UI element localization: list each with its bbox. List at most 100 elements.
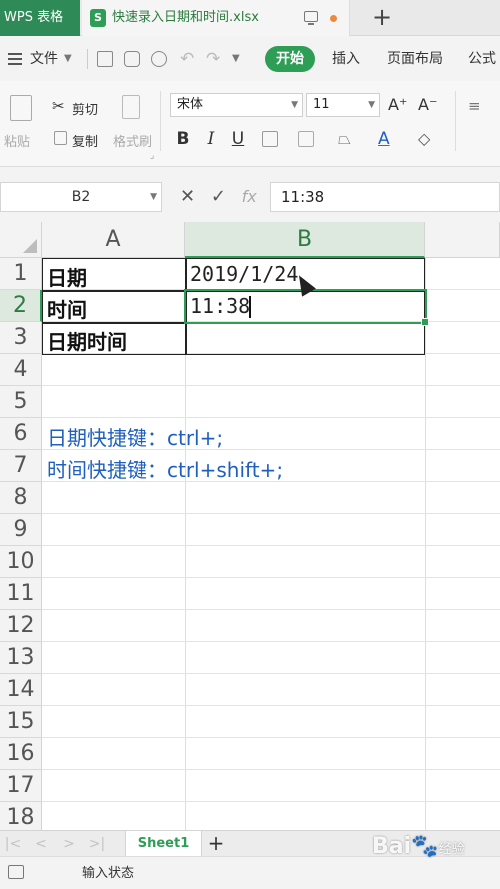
row-header-13[interactable]: 13 [0, 642, 42, 674]
tab-insert[interactable]: 插入 [332, 37, 360, 81]
row-header-10[interactable]: 10 [0, 546, 42, 578]
spreadsheet-window: WPS 表格 S 快速录入日期和时间.xlsx + 文件 ▼ ↶ ↷ ▼ 开始 … [0, 0, 500, 889]
format-painter-icon[interactable] [122, 95, 140, 119]
row-header-9[interactable]: 9 [0, 514, 42, 546]
row-gridline [42, 769, 500, 770]
scissors-icon[interactable]: ✂ [52, 97, 65, 115]
cell-a3[interactable]: 日期时间 [42, 326, 127, 355]
column-header-a[interactable]: A [42, 222, 185, 258]
increase-font-button[interactable]: A⁺ [388, 93, 407, 117]
save-icon[interactable] [97, 51, 113, 67]
new-tab-button[interactable]: + [370, 0, 394, 36]
font-dialog-launcher-icon[interactable]: ⌟ [150, 151, 154, 161]
column-header-b[interactable]: B [185, 222, 425, 258]
cell-a2[interactable]: 时间 [42, 294, 87, 323]
borders-icon[interactable] [262, 131, 278, 147]
prev-sheet-icon[interactable]: < [32, 834, 50, 854]
row-header-3[interactable]: 3 [0, 322, 42, 354]
print-icon[interactable] [124, 51, 140, 67]
row-gridline [42, 737, 500, 738]
row-header-1[interactable]: 1 [0, 258, 42, 290]
chevron-down-icon[interactable]: ▼ [232, 37, 240, 81]
next-sheet-icon[interactable]: > [60, 834, 78, 854]
ribbon-divider [160, 91, 161, 151]
file-menu[interactable]: 文件 [30, 37, 58, 81]
worksheet-grid[interactable]: A B 1 2 3 4 5 6 7 8 9 10 11 12 13 14 15 16 17 18 日期 时间 日期… [0, 222, 500, 830]
row-header-18[interactable]: 18 [0, 802, 42, 830]
font-color-button[interactable]: A [378, 127, 390, 151]
hamburger-icon[interactable] [8, 53, 22, 65]
redo-icon[interactable]: ↷ [206, 37, 220, 81]
row-header-16[interactable]: 16 [0, 738, 42, 770]
row-header-6[interactable]: 6 [0, 418, 42, 450]
row-header-4[interactable]: 4 [0, 354, 42, 386]
format-painter-button[interactable]: 格式刷 [113, 131, 152, 150]
file-tab[interactable]: S 快速录入日期和时间.xlsx [82, 0, 350, 36]
row-header-17[interactable]: 17 [0, 770, 42, 802]
cell-a6[interactable]: 日期快捷键：ctrl+; [42, 422, 223, 451]
row-header-15[interactable]: 15 [0, 706, 42, 738]
underline-button[interactable]: U [230, 127, 246, 151]
row-header-2[interactable]: 2 [0, 290, 42, 322]
status-bar: 输入状态 [0, 856, 500, 889]
monitor-icon[interactable] [304, 11, 318, 25]
row-header-12[interactable]: 12 [0, 610, 42, 642]
row-gridline [42, 801, 500, 802]
add-sheet-button[interactable]: + [205, 831, 227, 857]
bold-button[interactable]: B [175, 127, 191, 151]
decrease-font-button[interactable]: A⁻ [418, 93, 437, 117]
copy-button[interactable]: 复制 [72, 131, 98, 150]
align-top-icon[interactable]: ≡ [468, 97, 481, 115]
copy-icon[interactable] [54, 131, 67, 145]
row-header-8[interactable]: 8 [0, 482, 42, 514]
undo-icon[interactable]: ↶ [180, 37, 194, 81]
paste-button[interactable]: 粘贴 [4, 131, 30, 150]
select-all-corner[interactable] [0, 222, 42, 258]
font-name-value: 宋体 [177, 97, 204, 112]
chevron-down-icon[interactable]: ▼ [64, 37, 72, 81]
app-tab[interactable]: WPS 表格 [0, 0, 80, 36]
row-header-5[interactable]: 5 [0, 386, 42, 418]
column-header-c[interactable] [425, 222, 500, 258]
cut-button[interactable]: 剪切 [72, 99, 98, 118]
cell-a1[interactable]: 日期 [42, 262, 87, 291]
row-gridline [42, 417, 500, 418]
cancel-icon[interactable]: ✕ [180, 186, 195, 207]
font-name-select[interactable]: 宋体 ▼ [170, 93, 303, 117]
row-header-14[interactable]: 14 [0, 674, 42, 706]
row-header-7[interactable]: 7 [0, 450, 42, 482]
confirm-icon[interactable]: ✓ [211, 186, 226, 207]
italic-button[interactable]: I [203, 127, 219, 151]
print-preview-icon[interactable] [151, 51, 167, 67]
paw-icon: 🐾 [411, 834, 439, 859]
first-sheet-icon[interactable]: |< [4, 834, 22, 854]
formula-bar: B2 ▼ ✕ ✓ fx 11:38 [0, 179, 500, 215]
name-box[interactable]: B2 ▼ [0, 182, 162, 212]
status-mode: 输入状态 [82, 866, 135, 881]
cell-a7[interactable]: 时间快捷键：ctrl+shift+; [42, 454, 283, 483]
row-gridline [42, 641, 500, 642]
tab-page-layout[interactable]: 页面布局 [387, 37, 443, 81]
insert-function-icon[interactable]: fx [242, 187, 257, 206]
row-header-11[interactable]: 11 [0, 578, 42, 610]
row-gridline [42, 545, 500, 546]
merge-cells-icon[interactable] [298, 131, 314, 147]
font-size-select[interactable]: 11 ▼ [306, 93, 380, 117]
baidu-watermark: Bai🐾经验 [372, 834, 465, 859]
fill-color-icon[interactable]: ⏢ [338, 127, 351, 151]
eraser-icon[interactable]: ◇ [418, 127, 430, 151]
sheet-tab-sheet1[interactable]: Sheet1 [125, 831, 202, 857]
tab-formulas[interactable]: 公式 [468, 37, 496, 81]
cell-b1[interactable]: 2019/1/24 [185, 262, 298, 286]
tab-home[interactable]: 开始 [265, 46, 315, 72]
chevron-down-icon: ▼ [368, 100, 375, 110]
spreadsheet-file-icon: S [90, 9, 106, 27]
row-gridline [42, 385, 500, 386]
last-sheet-icon[interactable]: >| [88, 834, 106, 854]
chevron-down-icon: ▼ [150, 192, 157, 202]
title-bar: WPS 表格 S 快速录入日期和时间.xlsx + [0, 0, 500, 36]
paste-icon[interactable] [10, 95, 32, 121]
macro-record-icon[interactable] [8, 865, 24, 879]
row-gridline [42, 705, 500, 706]
formula-input[interactable]: 11:38 [270, 182, 500, 212]
